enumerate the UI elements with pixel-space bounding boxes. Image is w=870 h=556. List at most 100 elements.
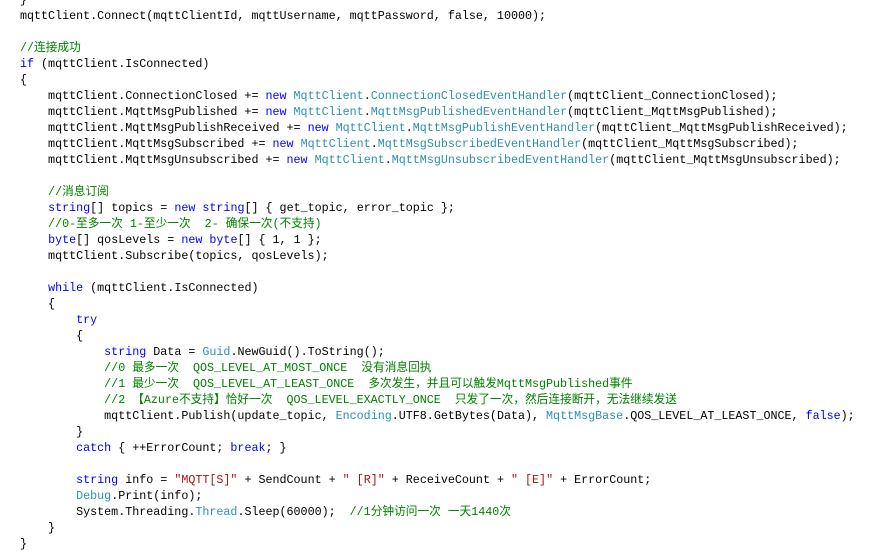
code-line[interactable]: string[] topics = new string[] { get_top… [20,200,870,216]
code-line[interactable]: { [20,328,870,344]
code-line[interactable]: byte[] qosLevels = new byte[] { 1, 1 }; [20,232,870,248]
type-token: MqttMsgUnsubscribedEventHandler [391,153,610,167]
code-line[interactable]: } [20,424,870,440]
type-token: MqttClient [293,105,364,119]
keyword-token: new [272,137,294,151]
code-token: . [363,105,371,119]
type-token: MqttMsgSubscribedEventHandler [377,137,582,151]
code-line[interactable]: //0 最多一次 QOS_LEVEL_AT_MOST_ONCE 没有消息回执 [20,360,870,376]
code-line[interactable]: mqttClient.Connect(mqttClientId, mqttUse… [20,8,870,24]
code-line[interactable]: string info = "MQTT[S]" + SendCount + " … [20,472,870,488]
code-line[interactable]: { [20,296,870,312]
keyword-token: new [265,105,287,119]
code-token: . [370,137,378,151]
code-line[interactable]: mqttClient.Subscribe(topics, qosLevels); [20,248,870,264]
code-token: mqttClient.MqttMsgPublishReceived += [20,121,308,135]
code-token: (mqttClient_MqttMsgPublished); [567,105,778,119]
code-token: } [20,521,56,535]
code-token: } [20,537,28,551]
code-token: mqttClient.Subscribe(topics, qosLevels); [20,249,329,263]
code-line[interactable]: mqttClient.MqttMsgPublishReceived += new… [20,120,870,136]
keyword-token: try [76,313,98,327]
type-token: Thread [195,505,238,519]
code-token: + SendCount + [237,473,343,487]
code-token: mqttClient.ConnectionClosed += [20,89,266,103]
code-token: (mqttClient.IsConnected) [83,281,259,295]
code-line[interactable]: mqttClient.Publish(update_topic, Encodin… [20,408,870,424]
code-line[interactable]: catch { ++ErrorCount; break; } [20,440,870,456]
keyword-token: string [48,201,91,215]
code-line[interactable]: Debug.Print(info); [20,488,870,504]
code-token: . [363,89,371,103]
code-token: { ++ErrorCount; [111,441,231,455]
code-token: + ErrorCount; [553,473,652,487]
keyword-token: new [181,233,203,247]
code-token: (mqttClient_MqttMsgPublishReceived); [595,121,848,135]
keyword-token: catch [76,441,112,455]
type-token: MqttClient [300,137,371,151]
code-token: (mqttClient.IsConnected) [34,57,210,71]
code-line[interactable]: //0-至多一次 1-至少一次 2- 确保一次(不支持) [20,216,870,232]
keyword-token: if [20,57,35,71]
string-token: "MQTT[S]" [174,473,238,487]
code-line[interactable]: mqttClient.MqttMsgUnsubscribed += new Mq… [20,152,870,168]
code-line[interactable]: { [20,72,870,88]
code-line[interactable]: } [20,520,870,536]
code-token: .NewGuid().ToString(); [230,345,385,359]
code-token: + ReceiveCount + [384,473,511,487]
code-line[interactable] [20,456,870,472]
code-line[interactable] [20,24,870,40]
code-token: } [20,425,84,439]
code-token: .Print(info); [111,489,203,503]
code-token: mqttClient.MqttMsgSubscribed += [20,137,273,151]
code-token: . [405,121,413,135]
keyword-token: new [307,121,329,135]
keyword-token: break [230,441,266,455]
code-line[interactable]: mqttClient.MqttMsgPublished += new MqttC… [20,104,870,120]
code-line[interactable]: //连接成功 [20,40,870,56]
code-editor[interactable]: } mqttClient.Connect(mqttClientId, mqttUs… [20,0,870,552]
code-token: (mqttClient_ConnectionClosed); [567,89,778,103]
string-token: " [E]" [511,473,554,487]
code-line[interactable]: } [20,536,870,552]
code-token: (mqttClient_MqttMsgSubscribed); [581,137,799,151]
code-token: mqttClient.Publish(update_topic, [20,409,336,423]
comment-token: //1分钟访问一次 一天1440次 [349,505,511,519]
code-line[interactable]: try [20,312,870,328]
code-line[interactable]: //消息订阅 [20,184,870,200]
code-token: ); [840,409,855,423]
code-line[interactable]: if (mqttClient.IsConnected) [20,56,870,72]
code-token: . [384,153,392,167]
code-line[interactable] [20,168,870,184]
code-line[interactable]: //1 最少一次 QOS_LEVEL_AT_LEAST_ONCE 多次发生，并且… [20,376,870,392]
code-line[interactable]: while (mqttClient.IsConnected) [20,280,870,296]
code-token: Data = [146,345,203,359]
code-token: { [20,329,84,343]
code-token: mqttClient.MqttMsgUnsubscribed += [20,153,287,167]
type-token: MqttMsgPublishedEventHandler [370,105,568,119]
code-token: [] { get_topic, error_topic }; [244,201,455,215]
type-token: ConnectionClosedEventHandler [370,89,568,103]
code-token: [] qosLevels = [76,233,182,247]
type-token: MqttMsgPublishEventHandler [412,121,596,135]
code-token: .QOS_LEVEL_AT_LEAST_ONCE, [623,409,806,423]
code-line[interactable]: //2 【Azure不支持】恰好一次 QOS_LEVEL_EXACTLY_ONC… [20,392,870,408]
code-line[interactable]: } [20,0,870,8]
code-line[interactable]: mqttClient.MqttMsgSubscribed += new Mqtt… [20,136,870,152]
comment-token: //2 【Azure不支持】恰好一次 QOS_LEVEL_EXACTLY_ONC… [20,393,677,407]
code-line[interactable]: string Data = Guid.NewGuid().ToString(); [20,344,870,360]
keyword-token: while [48,281,84,295]
code-line[interactable]: System.Threading.Thread.Sleep(60000); //… [20,504,870,520]
code-line[interactable] [20,264,870,280]
code-token: [] topics = [90,201,175,215]
code-line[interactable]: mqttClient.ConnectionClosed += new MqttC… [20,88,870,104]
keyword-token: string [76,473,119,487]
